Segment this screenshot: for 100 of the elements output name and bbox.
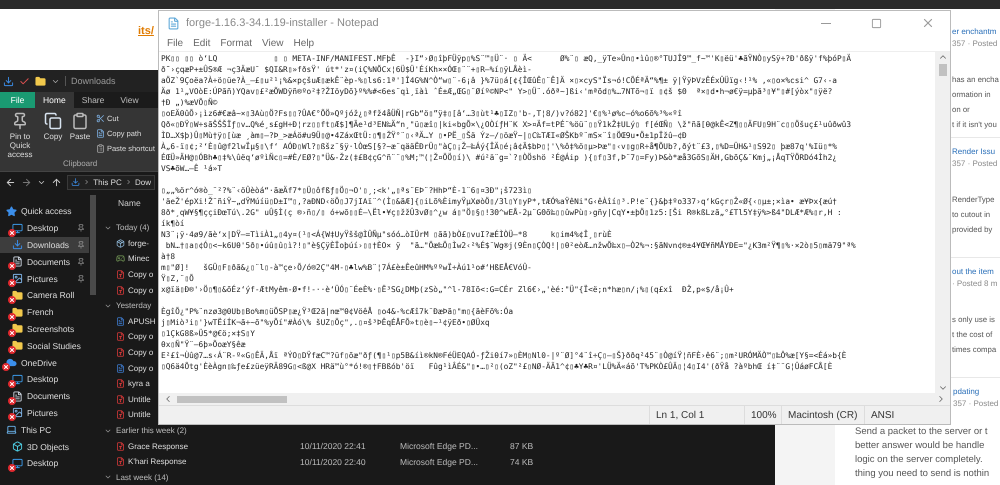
menu-item[interactable]: Edit [189, 35, 214, 51]
nav-item[interactable]: Desktop [0, 220, 89, 237]
post-text: thing you need to send is nothin [855, 467, 990, 481]
group-header[interactable]: Today (4) [116, 223, 150, 232]
scrollbar-thumb[interactable] [177, 396, 287, 402]
nav-item[interactable]: OneDrive [0, 354, 89, 371]
package-icon [116, 238, 125, 248]
file-name[interactable]: Copy o [128, 286, 154, 295]
menu-item[interactable]: View [258, 35, 288, 51]
nav-label: Desktop [27, 374, 58, 384]
post-title-link[interactable]: er enchantm [952, 27, 996, 36]
back-icon[interactable] [5, 176, 16, 188]
nav-item[interactable]: This PC [0, 421, 89, 438]
post-meta: · Posted 8 m [952, 279, 998, 288]
status-text: 100% [744, 406, 781, 424]
nav-item[interactable]: Social Studies [0, 337, 89, 354]
nav-label: Screenshots [27, 324, 74, 334]
ribbon-button[interactable]: Pin to Quick access [0, 112, 40, 159]
forward-icon[interactable] [21, 176, 32, 188]
maximize-icon [871, 18, 882, 28]
group-header[interactable]: Yesterday [116, 301, 152, 310]
file-name[interactable]: Copy o [128, 270, 154, 280]
ribbon-tab[interactable]: Share [74, 92, 112, 108]
ribbon-tab[interactable]: Home [35, 92, 74, 108]
scrollbar-thumb[interactable] [90, 195, 96, 295]
folder-icon[interactable] [35, 76, 46, 86]
ribbon-group-label: Clipboard [63, 159, 98, 170]
path-icon [96, 128, 105, 138]
file-name[interactable]: APUSH [128, 316, 156, 326]
nav-item[interactable]: 3D Objects [0, 438, 89, 455]
file-name[interactable]: K'hari Response [128, 457, 186, 466]
vertical-scrollbar[interactable] [935, 52, 950, 393]
pdf-file-icon [116, 410, 125, 420]
breadcrumb[interactable]: This PC [93, 178, 122, 186]
menu-item[interactable]: Format [216, 35, 256, 51]
post-title-link[interactable]: Render Issu [952, 147, 996, 156]
nav-item[interactable]: Documents [0, 253, 89, 270]
file-name[interactable]: Copy o [128, 348, 154, 358]
post-meta: 357 · Posted [953, 399, 998, 408]
nav-item[interactable]: Pictures [0, 270, 89, 287]
scrollbar-thumb[interactable] [938, 64, 946, 76]
date-cell-text: 10/11/2020 22:41 [300, 441, 367, 452]
group-header[interactable]: Last week (14) [116, 472, 168, 482]
file-name[interactable]: Untitle [128, 410, 151, 420]
notepad-icon [167, 16, 180, 30]
file-name[interactable]: Copy o [128, 364, 154, 373]
file-name[interactable]: forge- [128, 238, 149, 248]
post-meta: 357 · Posted [952, 39, 998, 48]
file-menu-tab[interactable]: File [0, 92, 35, 108]
document-file-icon [116, 316, 125, 326]
nav-item[interactable]: Camera Roll [0, 286, 89, 304]
group-header[interactable]: Earlier this week (2) [116, 426, 187, 436]
selected-nav-item[interactable]: Downloads [0, 236, 89, 254]
post-meta: 357 · Posted [952, 159, 998, 168]
minimize-icon [820, 22, 830, 24]
nav-item[interactable]: Quick access [0, 203, 89, 220]
file-name[interactable]: Copy o [128, 332, 154, 342]
nav-label: French [27, 307, 54, 318]
picture-icon [12, 273, 23, 284]
up-icon[interactable] [51, 176, 62, 188]
nav-label: Documents [27, 391, 70, 402]
horizontal-scrollbar[interactable] [159, 393, 950, 405]
window-title: forge-1.16.3-34.1.19-installer - Notepad [186, 17, 380, 29]
address-bar[interactable]: This PC Dow [67, 174, 155, 190]
nav-label: This PC [21, 424, 52, 435]
nav-item[interactable]: Screenshots [0, 320, 89, 338]
post-title-link[interactable]: out the item [952, 267, 994, 276]
file-name[interactable]: Untitle [128, 394, 151, 404]
file-name[interactable]: Minec [128, 254, 150, 264]
nav-item[interactable]: Pictures [0, 404, 89, 422]
column-header[interactable]: Name [104, 195, 141, 220]
type-cell-text: Microsoft Edge PD... [400, 456, 479, 467]
folder-icon [12, 306, 23, 318]
file-name[interactable]: kyra a [128, 379, 150, 388]
menu-item[interactable]: Help [290, 35, 318, 51]
status-text: ANSI [864, 406, 950, 424]
pdf-file-icon [116, 442, 125, 451]
post-title-link[interactable]: pdating [953, 387, 980, 396]
download-icon [71, 177, 80, 187]
nav-item[interactable]: Desktop [0, 370, 89, 388]
menu-item[interactable]: File [163, 35, 188, 51]
ribbon-button[interactable]: Copy [40, 112, 66, 159]
nav-label: 3D Objects [27, 442, 70, 452]
download-icon [12, 239, 23, 250]
nav-item[interactable]: French [0, 304, 89, 321]
file-name[interactable]: Grace Response [128, 442, 188, 451]
pdf-file-icon [116, 348, 125, 358]
date-cell-text: 10/11/2020 22:40 [300, 456, 367, 467]
post-text: logic on the server completely. [855, 453, 983, 467]
ribbon-tab[interactable]: View [112, 92, 147, 108]
monitor-icon [12, 222, 23, 234]
document-file-icon [116, 364, 125, 373]
nav-item[interactable]: Desktop [0, 454, 89, 472]
nav-item[interactable]: Documents [0, 388, 89, 405]
ribbon-button[interactable]: Paste [66, 112, 94, 159]
breadcrumb[interactable]: Dow [134, 178, 151, 186]
separator-icon [124, 178, 132, 186]
cube-icon [12, 441, 23, 452]
size-cell-text: 74 KB [510, 456, 534, 467]
status-text: Macintosh (CR) [781, 406, 864, 424]
